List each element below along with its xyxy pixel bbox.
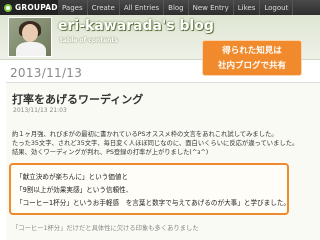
blog-entry: 打率をあげるワーディング 2013/11/13 21:03 約１ヶ月強、れびまが…	[6, 82, 320, 240]
entry-body-line: たった35文字、されど35文字、毎日変く人ほぼ同じなのに、面白いくらいに反応が違…	[12, 140, 299, 147]
nav-item-likes[interactable]: Likes	[234, 0, 261, 15]
callout-line-1: 得られた知見は	[222, 46, 282, 56]
entry-body-line: 結果、効くワーディングが判れ、PS登録の打率が上がりました(^з^)	[12, 149, 209, 156]
avatar-body	[16, 42, 46, 56]
nav-item-all-entries[interactable]: All Entries	[120, 0, 165, 15]
quote-line: 「献立決めが楽ちんに」という価値と	[16, 173, 129, 181]
entry-title[interactable]: 打率をあげるワーディング	[12, 91, 143, 107]
table-of-contents-link[interactable]: table of contents	[60, 37, 118, 44]
brand-name: GROUPAD	[15, 3, 58, 12]
avatar-face	[22, 24, 38, 42]
highlighted-quote: 「献立決めが楽ちんに」という価値と 「9割以上が効果実感」という信頼性、 「コー…	[9, 163, 291, 215]
nav-item-pages[interactable]: Pages	[58, 0, 88, 15]
nav-item-logout[interactable]: Logout	[260, 0, 294, 15]
quote-line: 「9割以上が効果実感」という信頼性、	[16, 186, 133, 194]
blog-title[interactable]: eri-kawarada's blog	[58, 18, 214, 34]
callout-line-2: 社内ブログで共有	[217, 61, 286, 71]
entry-date: 2013/11/13	[10, 66, 83, 80]
avatar[interactable]	[8, 17, 52, 57]
entry-body-line: 「コーヒー1杯分」だけだと具体性に欠ける印象も多くありました	[12, 225, 199, 232]
nav-menu: Pages Create All Entries Blog New Entry …	[58, 0, 294, 15]
nav-item-blog[interactable]: Blog	[164, 0, 189, 15]
quote-line: 「コーヒー1杯分」というお手軽感 を言葉と数字で与えてあげるのが大事」と学びまし…	[16, 199, 291, 207]
entry-body-line: 約１ヶ月強、れびまがの最初に書かれているPSオススメ枠の文言をあれこれ試してみま…	[12, 131, 278, 138]
callout-box: 得られた知見は 社内ブログで共有	[202, 40, 302, 76]
entry-timestamp: 2013/11/13 21:03	[13, 107, 67, 114]
top-nav-bar: GROUPAD Pages Create All Entries Blog Ne…	[0, 0, 320, 15]
brand-logo[interactable]: GROUPAD	[0, 0, 58, 15]
nav-item-new-entry[interactable]: New Entry	[189, 0, 234, 15]
nav-item-create[interactable]: Create	[88, 0, 120, 15]
groupad-logo-icon	[4, 3, 12, 12]
